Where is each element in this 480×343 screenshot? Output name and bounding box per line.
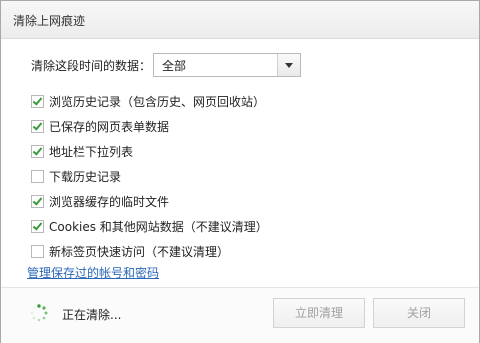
time-range-label: 清除这段时间的数据：: [31, 59, 152, 73]
option-label: Cookies 和其他网站数据（不建议清理）: [49, 220, 268, 234]
title-bar: 清除上网痕迹: [1, 1, 479, 39]
checkbox[interactable]: [31, 220, 44, 233]
checkbox[interactable]: [31, 120, 44, 133]
time-range-row: 清除这段时间的数据： 全部: [31, 53, 301, 77]
option-cache-files[interactable]: 浏览器缓存的临时文件: [31, 192, 431, 217]
close-button[interactable]: 关闭: [373, 298, 465, 328]
option-download-history[interactable]: 下载历史记录: [31, 167, 431, 192]
dialog-title: 清除上网痕迹: [13, 14, 86, 28]
chevron-down-icon[interactable]: [277, 54, 300, 76]
checkbox[interactable]: [31, 95, 44, 108]
option-label: 地址栏下拉列表: [49, 145, 134, 159]
manage-passwords-link[interactable]: 管理保存过的帐号和密码: [27, 264, 159, 281]
checkbox[interactable]: [31, 195, 44, 208]
clear-options-list: 浏览历史记录（包含历史、网页回收站） 已保存的网页表单数据 地址栏下拉列表 下载…: [31, 92, 431, 267]
loading-spinner-icon: [30, 304, 48, 322]
clearing-status: 正在清除...: [62, 308, 122, 322]
option-label: 浏览历史记录（包含历史、网页回收站）: [49, 95, 266, 109]
option-label: 浏览器缓存的临时文件: [49, 195, 170, 209]
option-address-bar-list[interactable]: 地址栏下拉列表: [31, 142, 431, 167]
clear-now-button[interactable]: 立即清理: [273, 298, 365, 328]
option-label: 下载历史记录: [49, 170, 122, 184]
option-label: 已保存的网页表单数据: [49, 120, 170, 134]
clear-browsing-data-dialog: 清除上网痕迹 清除这段时间的数据： 全部 浏览历史记录（包含历史、网页回收站） …: [0, 0, 480, 343]
checkbox[interactable]: [31, 245, 44, 258]
option-form-data[interactable]: 已保存的网页表单数据: [31, 117, 431, 142]
option-cookies[interactable]: Cookies 和其他网站数据（不建议清理）: [31, 217, 431, 242]
option-browsing-history[interactable]: 浏览历史记录（包含历史、网页回收站）: [31, 92, 431, 117]
option-label: 新标签页快速访问（不建议清理）: [49, 245, 230, 259]
checkbox[interactable]: [31, 145, 44, 158]
time-range-select[interactable]: 全部: [153, 53, 301, 77]
dialog-footer: 正在清除... 立即清理 关闭: [1, 287, 479, 343]
checkbox[interactable]: [31, 170, 44, 183]
time-range-value: 全部: [162, 59, 187, 73]
